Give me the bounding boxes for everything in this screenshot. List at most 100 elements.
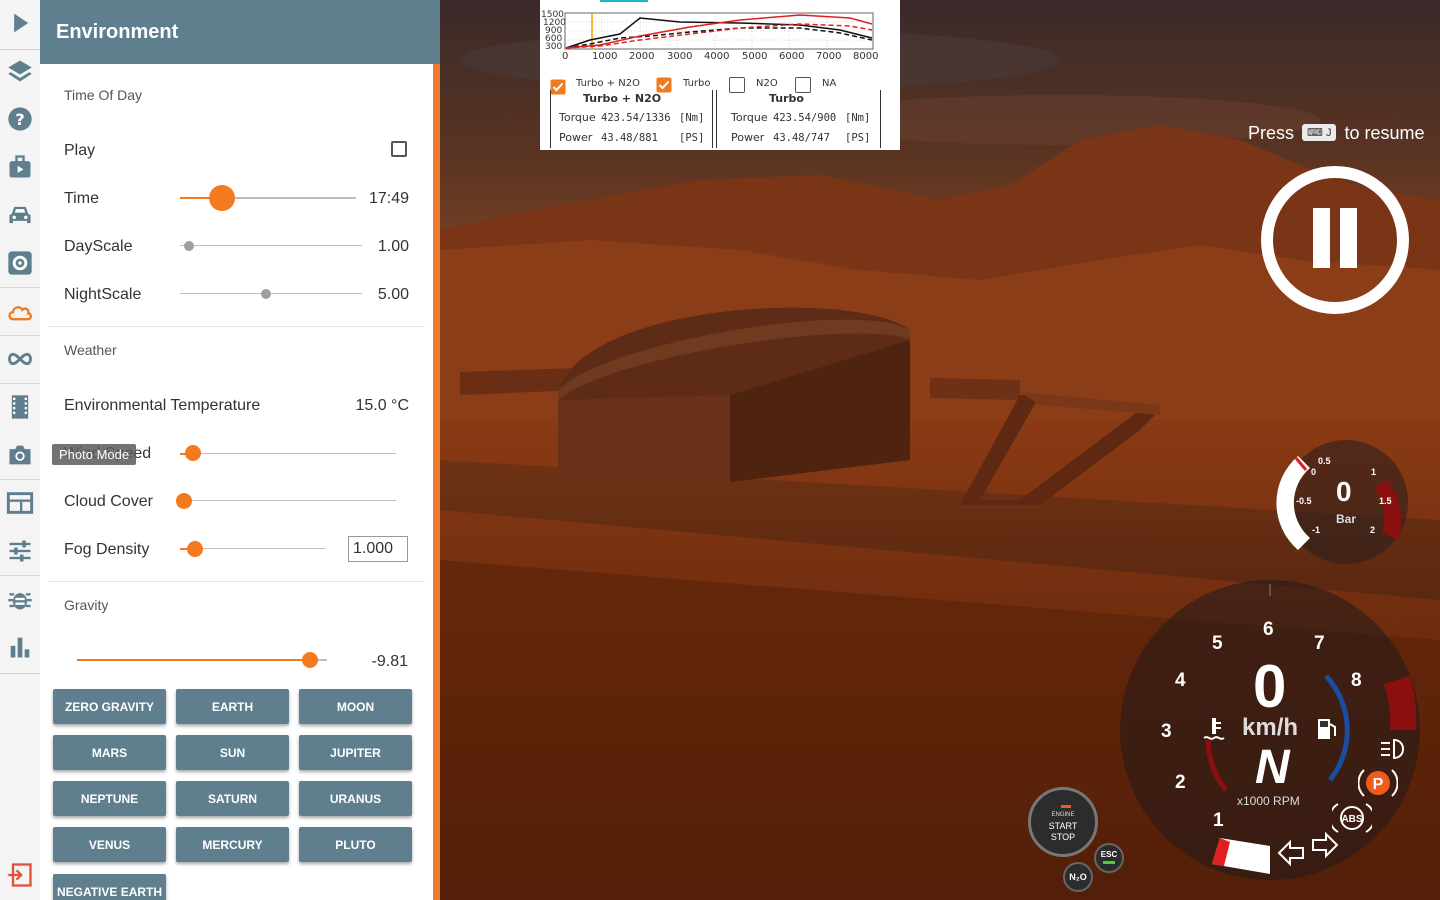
torque-curve-app[interactable]: 1500 1200 900 600 300 0 1000 2000 3000 4… bbox=[540, 0, 900, 150]
help-icon[interactable]: ? bbox=[0, 96, 40, 142]
gravity-slider-thumb[interactable] bbox=[301, 652, 318, 668]
vehicle-icon[interactable] bbox=[0, 192, 40, 238]
engine-start-stop-button[interactable]: ENGINE START STOP bbox=[1028, 787, 1098, 857]
pause-icon[interactable] bbox=[1258, 163, 1412, 317]
col2-title: Turbo bbox=[769, 92, 804, 105]
col2-torque-value: 423.54/900 bbox=[773, 112, 837, 124]
wind-slider-track[interactable] bbox=[180, 453, 396, 454]
engine-indicator bbox=[1061, 805, 1071, 808]
boost-value: 0 bbox=[1336, 476, 1352, 507]
parking-brake-label: P bbox=[1373, 776, 1384, 793]
abs-label: ABS bbox=[1341, 814, 1362, 825]
dayscale-slider-track[interactable] bbox=[180, 245, 362, 246]
play-icon[interactable] bbox=[0, 0, 40, 46]
rpm-tick: 6 bbox=[1263, 619, 1274, 640]
scrollbar-thumb[interactable] bbox=[433, 64, 440, 900]
main-menu-rail: ? bbox=[0, 0, 41, 900]
gravity-preset-jupiter[interactable]: JUPITER bbox=[299, 735, 412, 770]
col1-torque-unit: [Nm] bbox=[679, 112, 705, 124]
layers-icon[interactable] bbox=[0, 48, 40, 94]
panel-scrollbar[interactable] bbox=[433, 64, 440, 900]
cloud-slider-track[interactable] bbox=[180, 500, 396, 501]
exit-icon[interactable] bbox=[0, 852, 40, 898]
esc-button[interactable]: ESC bbox=[1094, 843, 1124, 873]
gravity-preset-earth[interactable]: EARTH bbox=[176, 689, 289, 724]
gravity-preset-negative-earth[interactable]: NEGATIVE EARTH bbox=[53, 874, 166, 900]
keyboard-key-icon: ⌨ J bbox=[1302, 124, 1337, 141]
fog-density-input[interactable] bbox=[348, 536, 408, 562]
environment-panel: Environment Time Of Day Play Time 17:49 … bbox=[40, 0, 440, 900]
x-tick-label: 3000 bbox=[667, 51, 693, 62]
gravity-preset-saturn[interactable]: SATURN bbox=[176, 781, 289, 816]
tuning-icon[interactable] bbox=[0, 528, 40, 574]
time-slider-thumb[interactable] bbox=[209, 185, 236, 211]
nightscale-slider-thumb[interactable] bbox=[260, 289, 271, 299]
rpm-tick: 2 bbox=[1175, 772, 1186, 793]
col2-power-value: 43.48/747 bbox=[773, 132, 830, 144]
col2-torque-label: Torque bbox=[731, 111, 768, 124]
x-tick-label: 1000 bbox=[592, 51, 618, 62]
gravity-preset-venus[interactable]: VENUS bbox=[53, 827, 166, 862]
x-tick-label: 7000 bbox=[816, 51, 842, 62]
dayscale-slider-thumb[interactable] bbox=[184, 241, 195, 251]
x-tick-label: 5000 bbox=[742, 51, 768, 62]
debug-icon[interactable] bbox=[0, 576, 40, 622]
missions-icon[interactable] bbox=[0, 144, 40, 190]
rpm-tick: 8 bbox=[1351, 670, 1362, 691]
gravity-preset-neptune[interactable]: NEPTUNE bbox=[53, 781, 166, 816]
gravity-preset-moon[interactable]: MOON bbox=[299, 689, 412, 724]
fuel-icon bbox=[1318, 719, 1336, 739]
boost-tick: 0 bbox=[1311, 467, 1317, 477]
rpm-tick: 7 bbox=[1314, 633, 1325, 654]
track-icon[interactable] bbox=[0, 336, 40, 382]
headlight-icon bbox=[1381, 738, 1404, 760]
n2o-button[interactable]: N₂O bbox=[1063, 862, 1093, 892]
replay-icon[interactable] bbox=[0, 384, 40, 430]
environment-icon[interactable] bbox=[0, 288, 40, 334]
rail-tooltip: Photo Mode bbox=[52, 444, 137, 465]
legend-label: N2O bbox=[756, 78, 778, 89]
play-label: Play bbox=[64, 142, 96, 159]
gravity-value: -9.81 bbox=[371, 653, 408, 670]
play-checkbox[interactable] bbox=[391, 141, 407, 157]
gravity-preset-pluto[interactable]: PLUTO bbox=[299, 827, 412, 862]
legend-checkbox-na[interactable] bbox=[795, 77, 811, 93]
boost-unit: Bar bbox=[1336, 512, 1357, 526]
legend-label: Turbo bbox=[683, 78, 711, 89]
engine-label-line1: ENGINE bbox=[1051, 812, 1075, 818]
rpm-tick: 1 bbox=[1213, 810, 1224, 831]
legend-checkbox-n2o[interactable] bbox=[729, 77, 745, 93]
gravity-preset-mercury[interactable]: MERCURY bbox=[176, 827, 289, 862]
stats-icon[interactable] bbox=[0, 624, 40, 670]
nightscale-slider-track[interactable] bbox=[180, 293, 362, 294]
temperature-value: 15.0 °C bbox=[355, 397, 409, 414]
gravity-preset-sun[interactable]: SUN bbox=[176, 735, 289, 770]
fog-density-label: Fog Density bbox=[64, 541, 150, 558]
col2-power-unit: [PS] bbox=[845, 132, 871, 144]
col1-title: Turbo + N2O bbox=[583, 92, 662, 105]
settings-icon[interactable] bbox=[0, 240, 40, 286]
gear-indicator: N bbox=[1255, 741, 1290, 794]
esc-label: ESC bbox=[1100, 850, 1118, 859]
ui-apps-icon[interactable] bbox=[0, 480, 40, 526]
gravity-slider-fill bbox=[77, 659, 310, 661]
col2-power-label: Power bbox=[731, 131, 765, 144]
boost-tick: -1 bbox=[1312, 525, 1321, 535]
dayscale-value: 1.00 bbox=[377, 238, 409, 255]
legend-label: NA bbox=[822, 78, 837, 89]
cloud-slider-thumb[interactable] bbox=[176, 493, 193, 509]
time-value: 17:49 bbox=[368, 190, 409, 207]
fog-slider-thumb[interactable] bbox=[186, 541, 203, 557]
temperature-label: Environmental Temperature bbox=[64, 397, 261, 414]
camera-icon[interactable] bbox=[0, 432, 40, 478]
rpm-tick: 4 bbox=[1175, 670, 1186, 691]
legend-checkbox-turbo[interactable] bbox=[656, 77, 672, 93]
gravity-preset-mars[interactable]: MARS bbox=[53, 735, 166, 770]
legend-checkbox-turbo-n2o[interactable] bbox=[550, 79, 566, 95]
engine-label-line3: STOP bbox=[1050, 832, 1076, 842]
turn-signal-left-icon bbox=[1277, 839, 1304, 867]
wind-slider-thumb[interactable] bbox=[184, 445, 201, 461]
gravity-preset-uranus[interactable]: URANUS bbox=[299, 781, 412, 816]
boost-tick: 1.5 bbox=[1379, 496, 1392, 506]
gravity-preset-zero-gravity[interactable]: ZERO GRAVITY bbox=[53, 689, 166, 724]
